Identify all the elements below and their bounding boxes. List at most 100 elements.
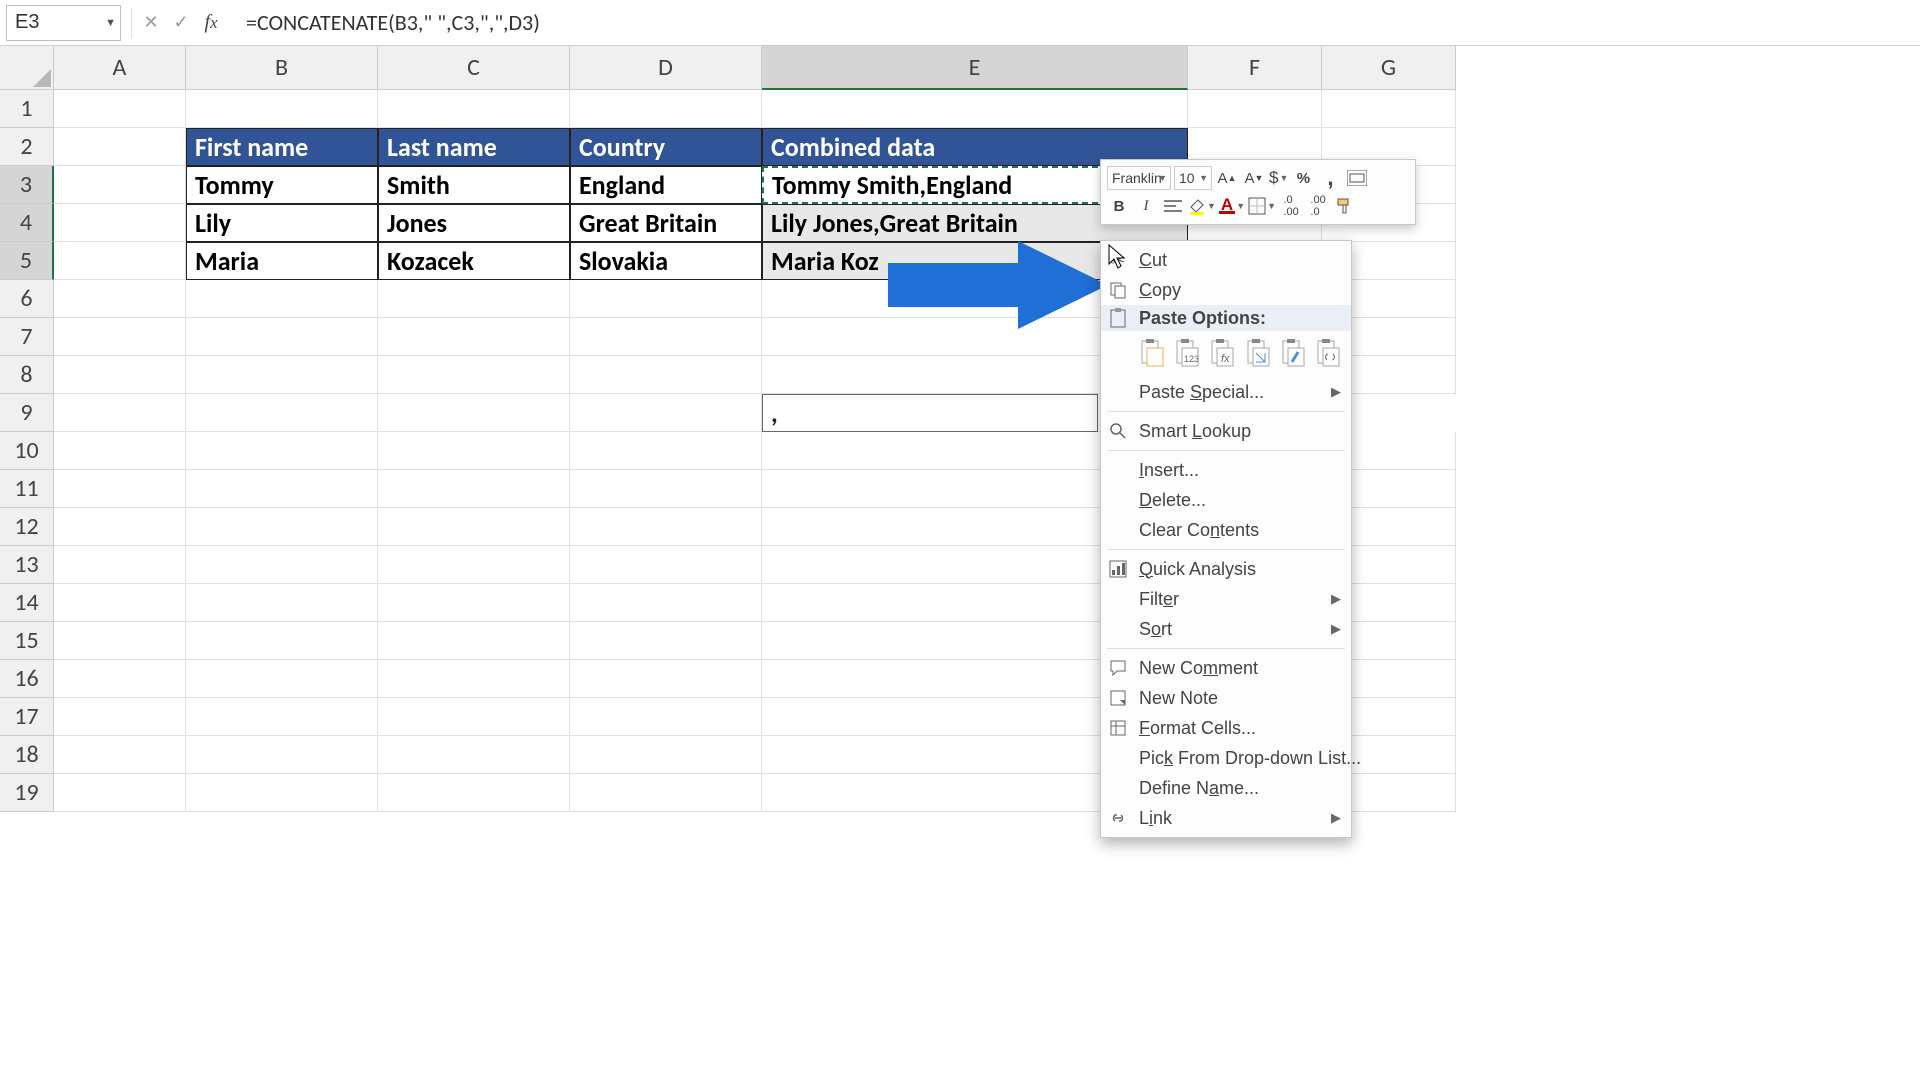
col-header-E[interactable]: E bbox=[762, 46, 1188, 90]
cell[interactable] bbox=[378, 622, 570, 660]
fx-icon[interactable]: fx bbox=[196, 8, 226, 38]
cell[interactable] bbox=[186, 470, 378, 508]
cell[interactable] bbox=[186, 660, 378, 698]
cell[interactable] bbox=[378, 546, 570, 584]
cell[interactable] bbox=[186, 698, 378, 736]
cell[interactable] bbox=[186, 280, 378, 318]
cell[interactable] bbox=[378, 508, 570, 546]
ctx-smart-lookup[interactable]: Smart Lookup bbox=[1101, 416, 1351, 446]
cell[interactable] bbox=[54, 736, 186, 774]
ctx-cut[interactable]: ✂ Cut bbox=[1101, 245, 1351, 275]
cell[interactable] bbox=[570, 432, 762, 470]
cell[interactable] bbox=[378, 394, 570, 432]
cell-C3[interactable]: Smith bbox=[378, 166, 570, 204]
paste-option-formulas[interactable]: fx bbox=[1208, 335, 1237, 371]
cell-D2[interactable]: Country bbox=[570, 128, 762, 166]
cell-B1[interactable] bbox=[186, 90, 378, 128]
cell[interactable] bbox=[570, 622, 762, 660]
row-header[interactable]: 14 bbox=[0, 584, 54, 622]
cell[interactable] bbox=[570, 508, 762, 546]
row-header-2[interactable]: 2 bbox=[0, 128, 54, 166]
cell-A2[interactable] bbox=[54, 128, 186, 166]
row-header[interactable]: 16 bbox=[0, 660, 54, 698]
cell[interactable] bbox=[570, 394, 762, 432]
col-header-C[interactable]: C bbox=[378, 46, 570, 90]
mini-size-select[interactable]: 10▼ bbox=[1174, 166, 1212, 190]
cell-B2[interactable]: First name bbox=[186, 128, 378, 166]
cancel-formula-icon[interactable]: ✕ bbox=[136, 8, 166, 38]
bold-button[interactable]: B bbox=[1107, 194, 1131, 218]
cell-A4[interactable] bbox=[54, 204, 186, 242]
cell[interactable] bbox=[378, 698, 570, 736]
cell[interactable] bbox=[54, 622, 186, 660]
mini-font-select[interactable]: Franklin▼ bbox=[1107, 166, 1171, 190]
cell[interactable] bbox=[378, 318, 570, 356]
row-header[interactable]: 19 bbox=[0, 774, 54, 812]
cell[interactable] bbox=[54, 394, 186, 432]
accounting-format-button[interactable]: $▼ bbox=[1269, 168, 1288, 188]
cell[interactable] bbox=[378, 736, 570, 774]
cell[interactable] bbox=[570, 660, 762, 698]
row-header[interactable]: 11 bbox=[0, 470, 54, 508]
ctx-paste-special[interactable]: Paste Special... ▶ bbox=[1101, 377, 1351, 407]
row-header[interactable]: 18 bbox=[0, 736, 54, 774]
cell-C2[interactable]: Last name bbox=[378, 128, 570, 166]
accept-formula-icon[interactable]: ✓ bbox=[166, 8, 196, 38]
cell[interactable] bbox=[186, 318, 378, 356]
cell[interactable] bbox=[570, 546, 762, 584]
fill-color-button[interactable]: ▼ bbox=[1188, 197, 1216, 215]
cell[interactable] bbox=[54, 660, 186, 698]
row-header[interactable]: 10 bbox=[0, 432, 54, 470]
select-all-corner[interactable] bbox=[0, 46, 54, 90]
ctx-define-name[interactable]: Define Name... bbox=[1101, 773, 1351, 803]
cell[interactable] bbox=[54, 698, 186, 736]
cell[interactable] bbox=[378, 280, 570, 318]
col-header-B[interactable]: B bbox=[186, 46, 378, 90]
merge-center-icon[interactable] bbox=[1345, 166, 1369, 190]
ctx-link[interactable]: Link ▶ bbox=[1101, 803, 1351, 833]
cell[interactable] bbox=[186, 394, 378, 432]
font-color-button[interactable]: A▼ bbox=[1219, 199, 1245, 214]
cell-D5[interactable]: Slovakia bbox=[570, 242, 762, 280]
cell-E9[interactable]: , bbox=[762, 394, 1098, 432]
row-header[interactable]: 15 bbox=[0, 622, 54, 660]
cell-C4[interactable]: Jones bbox=[378, 204, 570, 242]
cell[interactable] bbox=[570, 280, 762, 318]
cell-B3[interactable]: Tommy bbox=[186, 166, 378, 204]
cell[interactable] bbox=[378, 356, 570, 394]
paste-option-all[interactable] bbox=[1137, 335, 1166, 371]
ctx-delete[interactable]: Delete... bbox=[1101, 485, 1351, 515]
row-header-9[interactable]: 9 bbox=[0, 394, 54, 432]
cell[interactable] bbox=[186, 356, 378, 394]
cell[interactable] bbox=[570, 736, 762, 774]
cell[interactable] bbox=[570, 774, 762, 812]
cell[interactable] bbox=[186, 622, 378, 660]
paste-option-values[interactable]: 123 bbox=[1172, 335, 1201, 371]
increase-decimal-button[interactable]: .0.00 bbox=[1279, 194, 1303, 218]
ctx-format-cells[interactable]: Format Cells... bbox=[1101, 713, 1351, 743]
cell[interactable] bbox=[186, 432, 378, 470]
row-header-1[interactable]: 1 bbox=[0, 90, 54, 128]
cell-G1[interactable] bbox=[1322, 90, 1456, 128]
cell[interactable] bbox=[186, 508, 378, 546]
percent-format-button[interactable]: % bbox=[1291, 166, 1315, 190]
italic-button[interactable]: I bbox=[1134, 194, 1158, 218]
cell[interactable] bbox=[570, 584, 762, 622]
cell[interactable] bbox=[378, 660, 570, 698]
decrease-font-icon[interactable]: A▼ bbox=[1242, 166, 1266, 190]
borders-button[interactable]: ▼ bbox=[1248, 197, 1276, 215]
cell[interactable] bbox=[54, 280, 186, 318]
cell-D3[interactable]: England bbox=[570, 166, 762, 204]
cell-E1[interactable] bbox=[762, 90, 1188, 128]
cell[interactable] bbox=[378, 432, 570, 470]
ctx-new-note[interactable]: New Note bbox=[1101, 683, 1351, 713]
cell-F1[interactable] bbox=[1188, 90, 1322, 128]
row-header[interactable]: 12 bbox=[0, 508, 54, 546]
paste-option-transpose[interactable] bbox=[1243, 335, 1272, 371]
cell-C1[interactable] bbox=[378, 90, 570, 128]
cell[interactable] bbox=[54, 546, 186, 584]
cell-C5[interactable]: Kozacek bbox=[378, 242, 570, 280]
row-header-4[interactable]: 4 bbox=[0, 204, 54, 242]
increase-font-icon[interactable]: A▲ bbox=[1215, 166, 1239, 190]
ctx-filter[interactable]: Filter▶ bbox=[1101, 584, 1351, 614]
